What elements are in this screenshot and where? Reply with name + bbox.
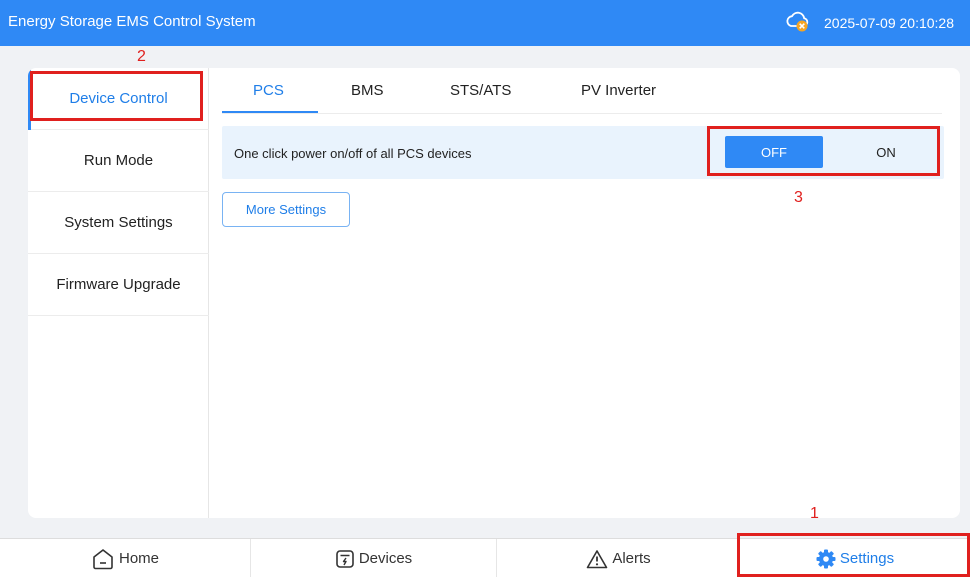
cloud-offline-icon[interactable] [785,11,811,33]
alert-icon [587,549,608,568]
sidebar-item-system-settings[interactable]: System Settings [28,192,209,254]
sidebar-item-firmware-upgrade[interactable]: Firmware Upgrade [28,254,209,316]
annotation-box-3 [707,126,940,176]
sidebar-item-run-mode[interactable]: Run Mode [28,130,209,192]
tab-bms[interactable]: BMS [351,82,384,99]
tab-divider [222,113,942,114]
nav-label: Alerts [612,550,651,567]
nav-label: Devices [358,550,413,567]
nav-label: Home [118,550,159,567]
devices-icon [336,549,354,568]
sidebar: Device Control Run Mode System Settings … [28,68,209,518]
annotation-box-2 [30,71,203,121]
app-header: Energy Storage EMS Control System 2025-0… [0,0,970,46]
datetime: 2025-07-09 20:10:28 [824,15,954,31]
tab-pv-inverter[interactable]: PV Inverter [581,82,656,99]
annotation-number-1: 1 [810,505,819,522]
tab-sts-ats[interactable]: STS/ATS [450,82,511,99]
nav-devices[interactable]: Devices [251,539,496,577]
annotation-box-1 [737,533,970,577]
home-icon [93,548,113,569]
nav-home[interactable]: Home [0,539,250,577]
sidebar-item-label: Run Mode [83,152,154,169]
nav-alerts[interactable]: Alerts [497,539,740,577]
sidebar-item-label: System Settings [64,214,173,231]
annotation-number-3: 3 [794,189,803,206]
tab-pcs[interactable]: PCS [253,82,284,99]
annotation-number-2: 2 [137,48,146,65]
pcs-power-label: One click power on/off of all PCS device… [234,146,472,161]
app-title: Energy Storage EMS Control System [8,13,256,30]
more-settings-button[interactable]: More Settings [222,192,350,227]
sidebar-item-label: Firmware Upgrade [56,276,181,293]
